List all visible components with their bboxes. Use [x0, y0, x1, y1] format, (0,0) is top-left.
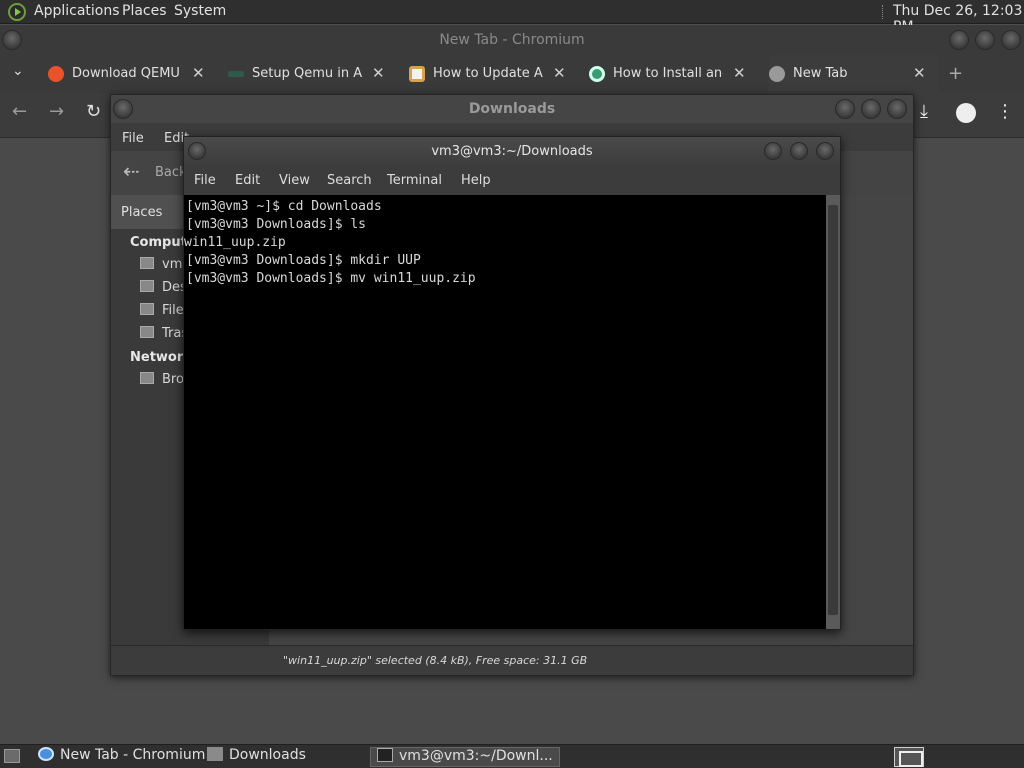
terminal-maximize-button[interactable]: [790, 142, 808, 160]
forward-arrow-icon[interactable]: →: [49, 101, 64, 122]
terminal-minimize-button[interactable]: [764, 142, 782, 160]
downloads-menu-button[interactable]: [113, 99, 133, 119]
back-arrow-icon[interactable]: ⇠: [123, 159, 140, 183]
tab-new-tab[interactable]: New Tab ✕: [769, 55, 939, 93]
terminal-screen[interactable]: [vm3@vm3 ~]$ cd Downloads [vm3@vm3 Downlo…: [184, 195, 826, 629]
terminal-window-title: vm3@vm3:~/Downloads: [431, 144, 593, 159]
downloads-titlebar[interactable]: Downloads: [111, 95, 913, 123]
back-button-label[interactable]: Back: [155, 165, 187, 180]
tray-separator: [882, 5, 885, 19]
globe-icon: [769, 66, 785, 82]
qemu-icon: [48, 66, 64, 82]
bottom-panel: New Tab - Chromium Downloads vm3@vm3:~/D…: [0, 744, 1024, 768]
downloads-window-title: Downloads: [468, 101, 556, 117]
tab-label: Download QEMU -: [72, 66, 182, 81]
back-arrow-icon[interactable]: ←: [12, 101, 27, 122]
terminal-menu-help[interactable]: Help: [461, 173, 491, 188]
applications-menu[interactable]: Applications: [34, 3, 120, 19]
terminal-line: [vm3@vm3 Downloads]$ mv win11_uup.zip: [186, 271, 476, 286]
tab-strip: ⌄ Download QEMU - ✕ Setup Qemu in Arc ✕ …: [0, 55, 1024, 93]
downloads-statusbar: "win11_uup.zip" selected (8.4 kB), Free …: [111, 645, 913, 675]
wiki-icon: [409, 66, 425, 82]
tab-search-chevron-icon[interactable]: ⌄: [12, 63, 24, 79]
tab-label: How to Install and: [613, 66, 723, 81]
taskbar-item-terminal[interactable]: vm3@vm3:~/Downl...: [370, 747, 560, 767]
download-icon[interactable]: ⤓: [920, 101, 928, 122]
terminal-line: [vm3@vm3 Downloads]$ ls: [186, 217, 367, 232]
tab-label: Setup Qemu in Arc: [252, 66, 362, 81]
close-icon[interactable]: ✕: [553, 64, 566, 82]
kebab-menu-icon[interactable]: ⋮: [996, 101, 1014, 122]
trash-icon: [140, 326, 154, 338]
chromium-titlebar[interactable]: New Tab - Chromium: [0, 25, 1024, 55]
network-icon: [140, 372, 154, 384]
taskbar-label: Downloads: [229, 747, 306, 763]
terminal-scrollbar[interactable]: [826, 195, 840, 629]
chromium-window-title: New Tab - Chromium: [439, 32, 585, 48]
chromium-menu-button[interactable]: [2, 30, 22, 50]
terminal-icon: [377, 748, 393, 762]
taskbar-item-chromium[interactable]: New Tab - Chromium: [38, 747, 205, 767]
top-panel: Applications Places System Thu Dec 26, 1…: [0, 0, 1024, 35]
terminal-menu-edit[interactable]: Edit: [235, 173, 260, 188]
site-icon: [589, 66, 605, 82]
downloads-minimize-button[interactable]: [835, 99, 855, 119]
taskbar-item-downloads[interactable]: Downloads: [207, 747, 306, 767]
places-menu[interactable]: Places: [122, 3, 167, 19]
terminal-menu-view[interactable]: View: [279, 173, 310, 188]
desktop-icon: [140, 280, 154, 292]
close-icon[interactable]: ✕: [372, 64, 385, 82]
downloads-close-button[interactable]: [887, 99, 907, 119]
downloads-maximize-button[interactable]: [861, 99, 881, 119]
terminal-close-button[interactable]: [816, 142, 834, 160]
taskbar-label: vm3@vm3:~/Downl...: [399, 748, 553, 764]
terminal-menu-search[interactable]: Search: [327, 173, 372, 188]
close-icon[interactable]: ✕: [733, 64, 746, 82]
profile-avatar-icon[interactable]: [956, 103, 976, 123]
terminal-menu-terminal[interactable]: Terminal: [387, 173, 442, 188]
terminal-menu-button[interactable]: [188, 142, 206, 160]
system-menu[interactable]: System: [174, 3, 226, 19]
chromium-close-button[interactable]: [1001, 30, 1021, 50]
new-tab-button[interactable]: +: [948, 63, 963, 84]
terminal-menubar: File Edit View Search Terminal Help: [184, 167, 840, 195]
terminal-window: vm3@vm3:~/Downloads File Edit View Searc…: [183, 136, 841, 630]
workspace-switcher[interactable]: [894, 747, 924, 767]
tab-label: New Tab: [793, 66, 848, 81]
terminal-titlebar[interactable]: vm3@vm3:~/Downloads: [184, 137, 840, 167]
tab-label: How to Update Arc: [433, 66, 543, 81]
terminal-line: [vm3@vm3 Downloads]$ mkdir UUP: [186, 253, 421, 268]
places-header-label: Places: [121, 205, 163, 220]
chromium-minimize-button[interactable]: [949, 30, 969, 50]
tab-how-to-update[interactable]: How to Update Arc ✕: [409, 55, 579, 93]
close-icon[interactable]: ✕: [913, 64, 926, 82]
page-icon: [228, 71, 244, 77]
reload-icon[interactable]: ↻: [86, 101, 101, 122]
menu-file[interactable]: File: [122, 131, 144, 146]
tab-setup-qemu[interactable]: Setup Qemu in Arc ✕: [228, 55, 398, 93]
scrollbar-thumb[interactable]: [828, 205, 838, 615]
drive-icon: [140, 303, 154, 315]
terminal-menu-file[interactable]: File: [194, 173, 216, 188]
folder-icon: [207, 747, 223, 761]
status-text: "win11_uup.zip" selected (8.4 kB), Free …: [283, 654, 588, 667]
terminal-line: [vm3@vm3 ~]$ cd Downloads: [186, 199, 382, 214]
home-folder-icon: [140, 257, 154, 269]
terminal-line: win11_uup.zip: [184, 235, 286, 250]
close-icon[interactable]: ✕: [192, 64, 205, 82]
taskbar-label: New Tab - Chromium: [60, 747, 206, 763]
show-desktop-icon[interactable]: [4, 749, 20, 763]
tab-download-qemu[interactable]: Download QEMU - ✕: [48, 55, 218, 93]
chromium-maximize-button[interactable]: [975, 30, 995, 50]
chromium-icon: [38, 747, 54, 761]
tab-how-to-install[interactable]: How to Install and ✕: [589, 55, 759, 93]
applications-logo-icon[interactable]: [8, 3, 26, 21]
